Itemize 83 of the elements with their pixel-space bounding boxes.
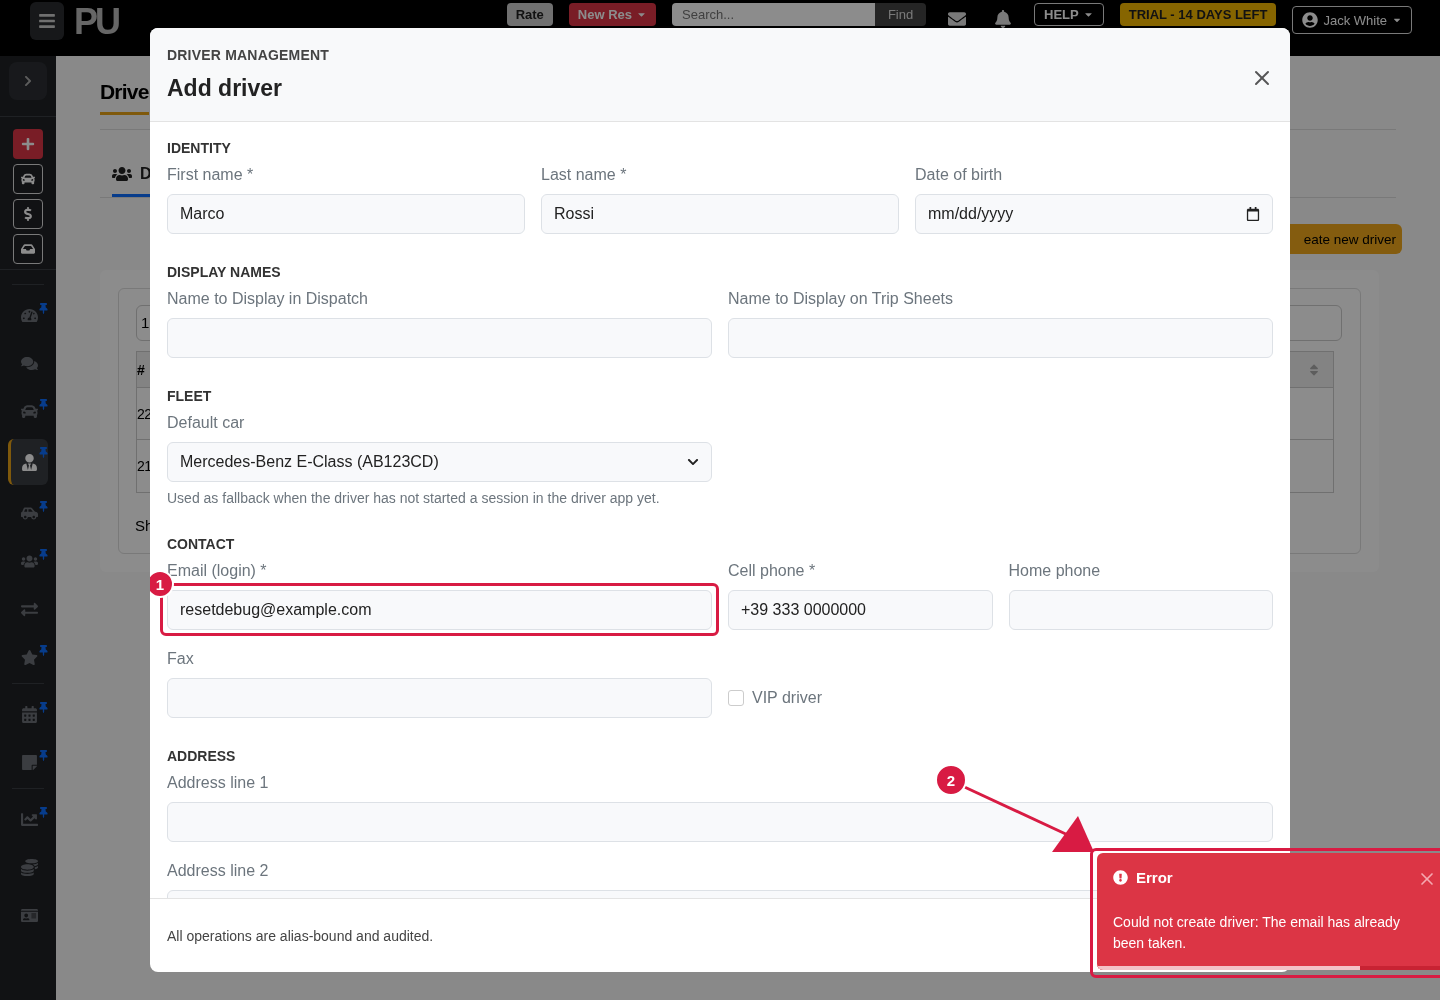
date-field[interactable]: mm/dd/yyyy: [915, 194, 1273, 234]
input-field[interactable]: [1008, 590, 1273, 630]
rate-button[interactable]: Rate: [506, 3, 553, 26]
quick-action-button[interactable]: [13, 234, 43, 264]
pin-icon[interactable]: [38, 702, 49, 713]
card-icon: [21, 906, 38, 924]
field-label: Name to Display on Trip Sheets: [728, 290, 953, 308]
vip-checkbox[interactable]: [728, 690, 744, 706]
dollar-icon: [21, 207, 35, 221]
envelope-icon[interactable]: [948, 10, 967, 28]
toast-message: Could not create driver: The email has already been taken.: [1113, 913, 1401, 953]
input-field[interactable]: Rossi: [541, 194, 899, 234]
user-icon: [1302, 12, 1319, 28]
user-menu-button[interactable]: Jack White: [1292, 6, 1412, 34]
field-label: Address line 1: [167, 774, 269, 792]
input-field[interactable]: Marco: [167, 194, 525, 234]
note-icon: [21, 753, 38, 771]
field-label: Name to Display in Dispatch: [167, 290, 368, 308]
pin-icon[interactable]: [38, 501, 49, 512]
dialog-eyebrow: DRIVER MANAGEMENT: [167, 47, 331, 63]
input-field[interactable]: [167, 318, 712, 358]
field-label: Default car: [167, 414, 245, 432]
field-label: Last name *: [541, 166, 627, 184]
checkbox-label: VIP driver: [752, 689, 822, 707]
car-icon: [21, 172, 35, 186]
section-heading: IDENTITY: [167, 140, 232, 156]
menu-icon: [38, 12, 56, 30]
footer-note: All operations are alias-bound and audited.: [167, 927, 434, 944]
pin-icon[interactable]: [38, 549, 49, 560]
field-label: Cell phone *: [728, 562, 816, 580]
pin-icon[interactable]: [38, 645, 49, 656]
find-button[interactable]: Find: [875, 3, 927, 26]
dialog-title: Add driver: [167, 75, 283, 102]
pin-icon[interactable]: [38, 303, 49, 314]
logo: PU: [74, 2, 118, 42]
search-field[interactable]: Search...: [672, 3, 876, 26]
chat-icon: [21, 354, 38, 372]
field-label: Home phone: [1008, 562, 1101, 580]
trial-button[interactable]: TRIAL - 14 DAYS LEFT: [1119, 3, 1277, 26]
plus-icon: [21, 137, 35, 151]
tray-icon: [21, 242, 35, 256]
bell-icon[interactable]: [994, 10, 1013, 28]
pin-icon[interactable]: [38, 399, 49, 410]
chevron-icon: [687, 456, 699, 468]
input-field[interactable]: [167, 678, 712, 718]
section-heading: CONTACT: [167, 536, 236, 552]
pin-icon[interactable]: [38, 807, 49, 818]
calendar-icon: [21, 705, 38, 723]
pin-icon[interactable]: [38, 447, 49, 458]
pin-icon[interactable]: [38, 750, 49, 761]
coins-icon: [21, 858, 38, 876]
input-field[interactable]: [728, 318, 1273, 358]
quick-action-button[interactable]: [13, 129, 43, 159]
car-icon: [21, 402, 38, 420]
help-button[interactable]: HELP: [1034, 3, 1104, 26]
calendar-icon: [1246, 207, 1260, 221]
input-field[interactable]: [167, 802, 1273, 842]
section-heading: FLEET: [167, 388, 213, 404]
select-field[interactable]: Mercedes-Benz E-Class (AB123CD): [167, 442, 712, 482]
expand-button[interactable]: [9, 62, 47, 100]
person-icon: [21, 453, 38, 471]
field-label: Date of birth: [915, 166, 1003, 184]
chevron-icon: [22, 75, 34, 87]
help-text: Used as fallback when the driver has not started a session in the driver app yet.: [167, 490, 661, 506]
sort-icon[interactable]: [1307, 362, 1321, 377]
input-field[interactable]: +39 333 0000000: [728, 590, 993, 630]
menu-button[interactable]: [30, 2, 64, 40]
field-label: First name *: [167, 166, 254, 184]
toast-title: Error: [1136, 869, 1173, 886]
section-heading: DISPLAY NAMES: [167, 264, 282, 280]
people-icon: [112, 164, 132, 184]
section-heading: ADDRESS: [167, 748, 237, 764]
input-field[interactable]: resetdebug@example.com: [167, 590, 712, 630]
arrows-icon: [21, 600, 38, 618]
gauge-icon: [21, 306, 38, 324]
chart-icon: [21, 810, 38, 828]
quick-action-button[interactable]: [13, 199, 43, 229]
quick-action-button[interactable]: [13, 164, 43, 194]
field-label: Fax: [167, 650, 194, 668]
alert-icon: [1113, 870, 1128, 885]
star-icon: [21, 648, 38, 666]
nav-item[interactable]: [8, 439, 48, 485]
field-label: Address line 2: [167, 862, 269, 880]
